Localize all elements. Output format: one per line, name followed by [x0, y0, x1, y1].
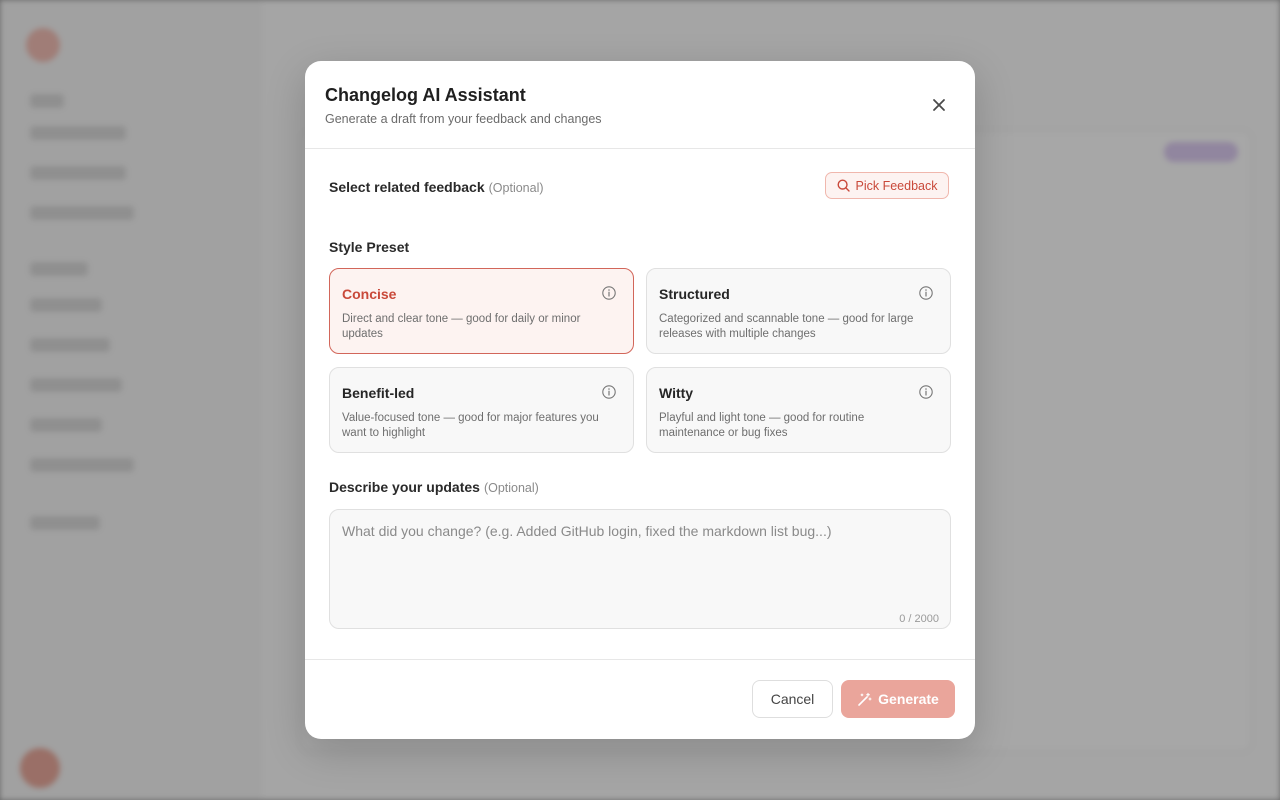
generate-button[interactable]: Generate: [841, 680, 955, 718]
feedback-section-label: Select related feedback (Optional): [329, 179, 544, 195]
preset-description: Categorized and scannable tone — good fo…: [659, 313, 914, 340]
preset-concise[interactable]: Concise Direct and clear tone — good for…: [329, 268, 634, 354]
modal-footer: Cancel Generate: [305, 659, 975, 739]
cancel-button[interactable]: Cancel: [752, 680, 833, 718]
info-icon[interactable]: [601, 285, 617, 301]
preset-title: Benefit-led: [342, 385, 415, 401]
search-icon: [836, 179, 850, 192]
pick-feedback-button[interactable]: Pick Feedback: [825, 172, 949, 199]
preset-benefit-led[interactable]: Benefit-led Value-focused tone — good fo…: [329, 367, 634, 453]
preset-title: Witty: [659, 385, 694, 401]
preset-witty[interactable]: Witty Playful and light tone — good for …: [646, 367, 951, 453]
info-icon[interactable]: [918, 285, 934, 301]
preset-description: Value-focused tone — good for major feat…: [342, 412, 599, 439]
modal-header: Changelog AI Assistant Generate a draft …: [305, 61, 975, 149]
feedback-optional-label: (Optional): [488, 181, 544, 195]
preset-description: Playful and light tone — good for routin…: [659, 412, 865, 439]
preset-description: Direct and clear tone — good for daily o…: [342, 313, 581, 340]
ai-assistant-modal: Changelog AI Assistant Generate a draft …: [305, 61, 975, 739]
generate-label: Generate: [878, 691, 939, 707]
close-icon: [933, 99, 945, 111]
updates-textarea[interactable]: [330, 510, 950, 628]
style-preset-label: Style Preset: [329, 239, 410, 255]
magic-wand-icon: [858, 692, 872, 706]
pick-feedback-label: Pick Feedback: [855, 178, 938, 193]
info-icon[interactable]: [918, 384, 934, 400]
preset-structured[interactable]: Structured Categorized and scannable ton…: [646, 268, 951, 354]
character-counter: 0 / 2000: [899, 613, 939, 625]
preset-title: Concise: [342, 286, 397, 302]
updates-label: Describe your updates: [329, 479, 480, 495]
preset-title: Structured: [659, 286, 730, 302]
updates-optional-label: (Optional): [483, 481, 539, 495]
info-icon[interactable]: [601, 384, 617, 400]
updates-field: 0 / 2000: [329, 509, 951, 629]
updates-section-label: Describe your updates (Optional): [329, 479, 539, 495]
modal-title: Changelog AI Assistant: [325, 85, 526, 105]
modal-subtitle: Generate a draft from your feedback and …: [325, 112, 602, 126]
close-button[interactable]: [925, 91, 953, 119]
feedback-label: Select related feedback: [329, 179, 485, 195]
